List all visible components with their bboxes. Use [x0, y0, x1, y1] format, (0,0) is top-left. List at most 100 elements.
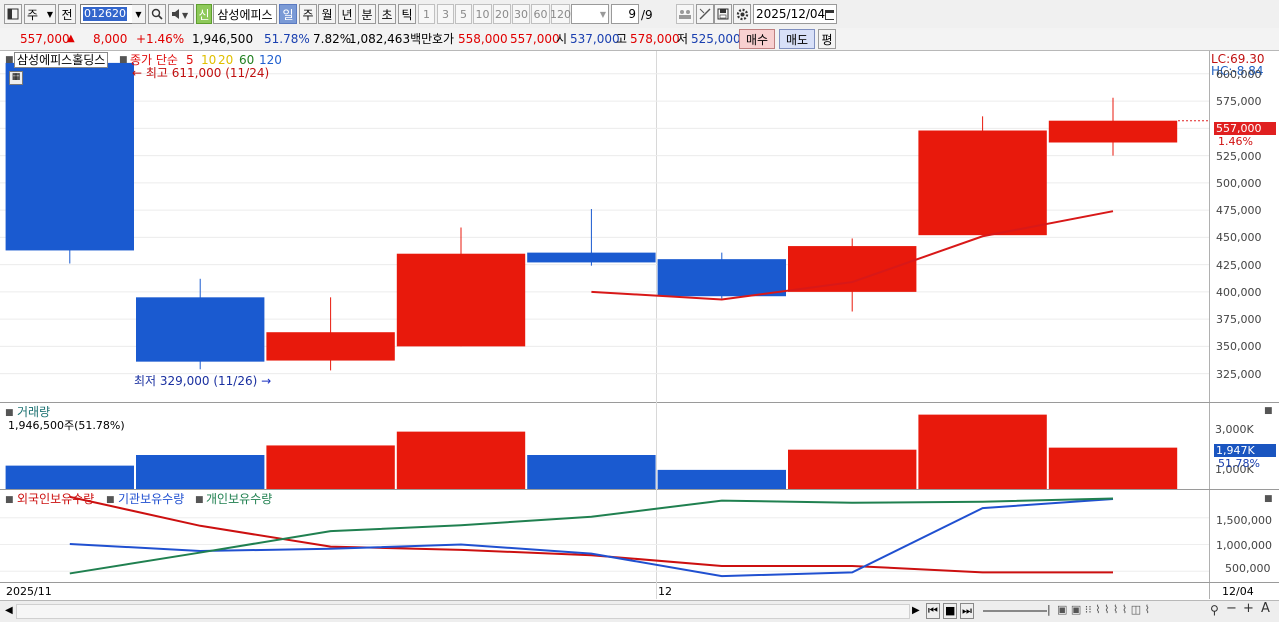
price-tick-label: 325,000 [1216, 367, 1262, 381]
interval-tab[interactable]: 3 [437, 4, 454, 24]
low-price: 525,000 [691, 32, 741, 46]
current-price: 557,000 [20, 32, 70, 46]
open-label: 시 [556, 32, 568, 46]
people-icon[interactable] [676, 4, 694, 24]
ma-period-label: 60 [239, 53, 255, 67]
grid-table-icon[interactable]: ▦ [9, 71, 23, 85]
high-label: 고 [616, 32, 628, 46]
high-note-text: 최고 611,000 (11/24) [145, 66, 270, 80]
holding-bullet-icon: ■ [106, 495, 115, 505]
even-label: 평 [821, 32, 833, 47]
speaker-icon[interactable]: ▼ [168, 4, 194, 24]
svg-text:▼: ▼ [182, 11, 189, 20]
ma-period-label: 20 [218, 53, 234, 67]
stop-icon[interactable]: ■ [943, 603, 958, 619]
crosshair-tool-icon[interactable] [696, 4, 714, 24]
interval-tab[interactable]: 60 [531, 4, 550, 24]
volume-panel-close-icon[interactable]: ■ [1264, 404, 1273, 418]
volume-panel-value: 1,946,500주(51.78%) [8, 419, 125, 432]
ma-bullet-icon: ■ [119, 55, 128, 65]
search-icon[interactable] [148, 4, 166, 24]
interval-tab[interactable]: 5 [455, 4, 472, 24]
window-icon [7, 8, 19, 20]
low-label: 저 [677, 32, 689, 46]
price-tick-label: 475,000 [1216, 204, 1262, 218]
date-value: 2025/12/04 [756, 7, 826, 21]
even-button[interactable]: 평 [818, 29, 836, 49]
interval-tab[interactable]: 10 [473, 4, 492, 24]
drawing-tools-icons[interactable]: ▣ ▣ ⁝⁝ ⌇ ⌇ ⌇ ⌇ ◫ ⌇ [1057, 603, 1150, 617]
candle-body [918, 130, 1047, 236]
period-tab[interactable]: 년 [338, 4, 356, 24]
candle-body [266, 332, 395, 361]
price-panel-title[interactable]: 삼성에피스홀딩스 [14, 52, 109, 68]
price-tick-label: 450,000 [1216, 231, 1262, 245]
quote-bar: 557,000 ▲ 8,000 +1.46% 1,946,500 51.78% … [0, 28, 1279, 51]
up-triangle-icon: ▲ [67, 33, 75, 44]
price-tick-label: 600,000 [1216, 67, 1262, 81]
volume-value: 1,946,500 [192, 32, 254, 46]
interval-dropdown[interactable]: ▼ [571, 4, 609, 24]
page-count-input[interactable]: 9 [611, 4, 639, 24]
zoom-slider[interactable] [983, 610, 1047, 612]
go-first-icon[interactable]: ⏮ [926, 603, 940, 619]
horizontal-scrollbar[interactable] [16, 604, 910, 619]
ma-period-label: 10 [201, 53, 217, 67]
interval-tab[interactable]: 1 [418, 4, 435, 24]
last-volume-tag: 1,947K [1214, 444, 1276, 457]
price-tick-label: 425,000 [1216, 258, 1262, 272]
period-tab[interactable]: 월 [318, 4, 336, 24]
holding-bullet-icon: ■ [195, 495, 204, 505]
slider-handle-icon[interactable]: | [1047, 603, 1051, 617]
x-axis-right-date: 12/04 [1222, 585, 1254, 598]
code-dropdown-chevron-icon[interactable]: ▼ [132, 4, 146, 24]
interval-tab[interactable]: 120 [550, 4, 571, 24]
gear-icon[interactable] [733, 4, 751, 24]
stock-name-field[interactable]: 삼성에피스 [213, 4, 277, 24]
buy-button[interactable]: 매수 [739, 29, 775, 49]
holding-tick-1500000: 1,500,000 [1216, 514, 1272, 527]
scroll-left-icon[interactable]: ◀ [5, 604, 13, 618]
candle-body [5, 62, 134, 251]
week-select[interactable]: 주 ▼ [24, 4, 56, 24]
interval-tab[interactable]: 30 [512, 4, 530, 24]
individual-holding-legend: 개인보유수량 [206, 492, 273, 506]
go-last-icon[interactable]: ⏭ [960, 603, 974, 619]
interval-tab[interactable]: 20 [493, 4, 511, 24]
x-axis-mid-date: 12 [658, 585, 672, 598]
scroll-right-icon[interactable]: ▶ [912, 604, 920, 618]
holding-bullet-icon: ■ [5, 495, 14, 505]
price-tick-label: 400,000 [1216, 285, 1262, 299]
period-tab[interactable]: 일 [279, 4, 297, 24]
stock-code: 012620 [83, 7, 127, 21]
stock-chart[interactable] [0, 51, 1279, 601]
last-price-percent: 1.46% [1218, 135, 1253, 148]
period-tab[interactable]: 분 [358, 4, 376, 24]
scroll-toolbar: ◀ ▶ ⏮ ■ ⏭ | ▣ ▣ ⁝⁝ ⌇ ⌇ ⌇ ⌇ ◫ ⌇ ⚲ − + A [0, 600, 1279, 622]
sell-button[interactable]: 매도 [779, 29, 815, 49]
ma-period-label: 120 [259, 53, 282, 67]
holding-tick-500000: 500,000 [1225, 562, 1271, 575]
volume-bar [266, 445, 395, 489]
zoom-in-icon[interactable]: + [1243, 602, 1254, 616]
last-price-tag: 557,000 [1214, 122, 1276, 135]
zoom-out-icon[interactable]: − [1226, 602, 1237, 616]
save-icon[interactable] [714, 4, 732, 24]
zoom-search-icon[interactable]: ⚲ [1210, 603, 1219, 617]
new-stock-badge[interactable]: 신 [196, 4, 212, 24]
prev-button[interactable]: 전 [58, 4, 76, 24]
window-menu-icon[interactable] [4, 4, 22, 24]
volume-panel-title: 거래량 [17, 405, 51, 419]
bid-price: 557,000 [510, 32, 560, 46]
page-count: 9 [628, 7, 636, 21]
period-tab[interactable]: 초 [378, 4, 396, 24]
period-tab[interactable]: 주 [299, 4, 317, 24]
high-price: 578,000 [630, 32, 680, 46]
font-size-icon[interactable]: A [1261, 602, 1270, 616]
chart-area[interactable]: ■ 삼성에피스홀딩스 ■ 종가 단순 5 10 20 60 120 ← 최고 611,0… [0, 51, 1279, 601]
date-picker[interactable]: 2025/12/04 [753, 4, 837, 24]
period-tab[interactable]: 틱 [398, 4, 416, 24]
holding-panel-close-icon[interactable]: ■ [1264, 492, 1273, 506]
ask-price: 558,000 [458, 32, 508, 46]
buy-label: 매수 [745, 32, 769, 47]
